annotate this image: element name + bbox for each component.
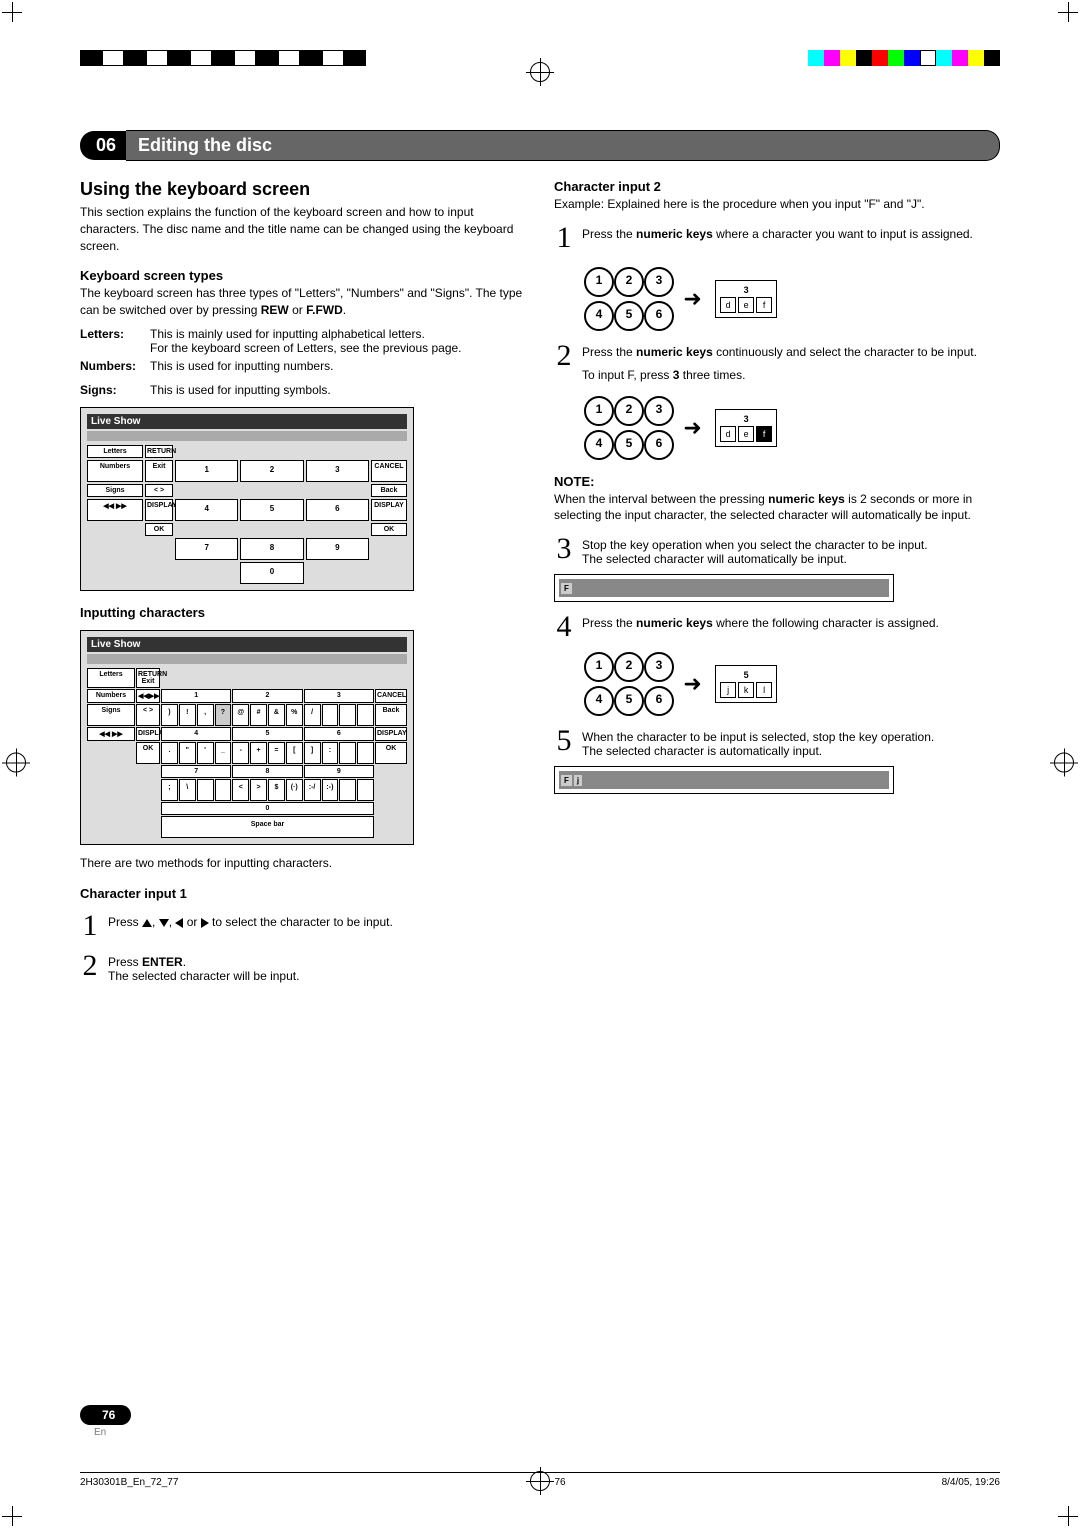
registration-mark [1054, 753, 1074, 776]
key-hint: 3 def [715, 280, 777, 318]
two-methods-text: There are two methods for inputting char… [80, 855, 526, 872]
footer-page: 76 [554, 1477, 565, 1488]
result-bar: Fj [554, 766, 894, 794]
numpad-icon: 123 456 [584, 396, 670, 460]
input-field [87, 654, 407, 664]
chapter-number: 06 [80, 131, 126, 160]
content-area: 06 Editing the disc Using the keyboard s… [0, 0, 1080, 1043]
chapter-title: Editing the disc [126, 130, 1000, 161]
crop-mark [2, 1506, 22, 1526]
footer-date: 8/4/05, 19:26 [942, 1477, 1000, 1488]
numpad-illustration: 123 456 ➜ 5 jkl [584, 652, 1000, 716]
arrow-icon: ➜ [683, 415, 701, 441]
up-arrow-icon [142, 919, 152, 927]
def-body: For the keyboard screen of Letters, see … [150, 341, 462, 355]
right-arrow-icon [201, 918, 209, 928]
numpad-icon: 123 456 [584, 267, 670, 331]
keyboard-screenshot-numbers: Live Show LettersRETURN NumbersExit 123C… [80, 407, 414, 591]
character-input-2-heading: Character input 2 [554, 179, 1000, 194]
example-text: Example: Explained here is the procedure… [554, 196, 1000, 213]
right-column: Character input 2 Example: Explained her… [554, 173, 1000, 983]
numpad-illustration: 123 456 ➜ 3 def [584, 267, 1000, 331]
crop-mark [1058, 1506, 1078, 1526]
note-text: When the interval between the pressing n… [554, 491, 1000, 525]
result-bar: F [554, 574, 894, 602]
crop-mark [2, 2, 22, 22]
keyboard-screenshot-signs: Live Show LettersRETURNExit Numbers◀◀▶▶ … [80, 630, 414, 845]
intro-text: This section explains the function of th… [80, 204, 526, 254]
step-1: 1 Press , , or to select the character t… [80, 911, 526, 941]
step-5: 5 When the character to be input is sele… [554, 726, 1000, 758]
arrow-icon: ➜ [683, 671, 701, 697]
step-1: 1 Press the numeric keys where a charact… [554, 223, 1000, 253]
page: 06 Editing the disc Using the keyboard s… [0, 0, 1080, 1528]
key-hint: 5 jkl [715, 665, 777, 703]
character-input-1-heading: Character input 1 [80, 886, 526, 901]
down-arrow-icon [159, 919, 169, 927]
step-2: 2 Press the numeric keys continuously an… [554, 341, 1000, 386]
input-field [87, 431, 407, 441]
footer-file: 2H30301B_En_72_77 [80, 1477, 178, 1488]
def-body: This is used for inputting numbers. [150, 359, 526, 373]
chapter-header: 06 Editing the disc [80, 130, 1000, 161]
print-registration-bar [0, 40, 1080, 76]
step-4: 4 Press the numeric keys where the follo… [554, 612, 1000, 642]
numpad-illustration: 123 456 ➜ 3 def [584, 396, 1000, 460]
arrow-icon: ➜ [683, 286, 701, 312]
note-heading: NOTE: [554, 474, 1000, 489]
def-term-letters: Letters: [80, 327, 150, 355]
left-column: Using the keyboard screen This section e… [80, 173, 526, 983]
page-number: 76 En [80, 1405, 131, 1438]
registration-mark [530, 1471, 550, 1494]
def-term-signs: Signs: [80, 383, 150, 397]
def-term-numbers: Numbers: [80, 359, 150, 373]
types-paragraph: The keyboard screen has three types of "… [80, 285, 526, 319]
step-3: 3 Stop the key operation when you select… [554, 534, 1000, 566]
definitions: Letters: This is mainly used for inputti… [80, 327, 526, 397]
def-body: This is mainly used for inputting alphab… [150, 327, 425, 341]
subheading-types: Keyboard screen types [80, 268, 526, 283]
numpad-icon: 123 456 [584, 652, 670, 716]
crop-mark [1058, 2, 1078, 22]
def-body: This is used for inputting symbols. [150, 383, 526, 397]
section-heading: Using the keyboard screen [80, 179, 526, 200]
step-2: 2 Press ENTER. The selected character wi… [80, 951, 526, 983]
key-hint: 3 def [715, 409, 777, 447]
registration-mark [6, 753, 26, 776]
subheading-inputting: Inputting characters [80, 605, 526, 620]
